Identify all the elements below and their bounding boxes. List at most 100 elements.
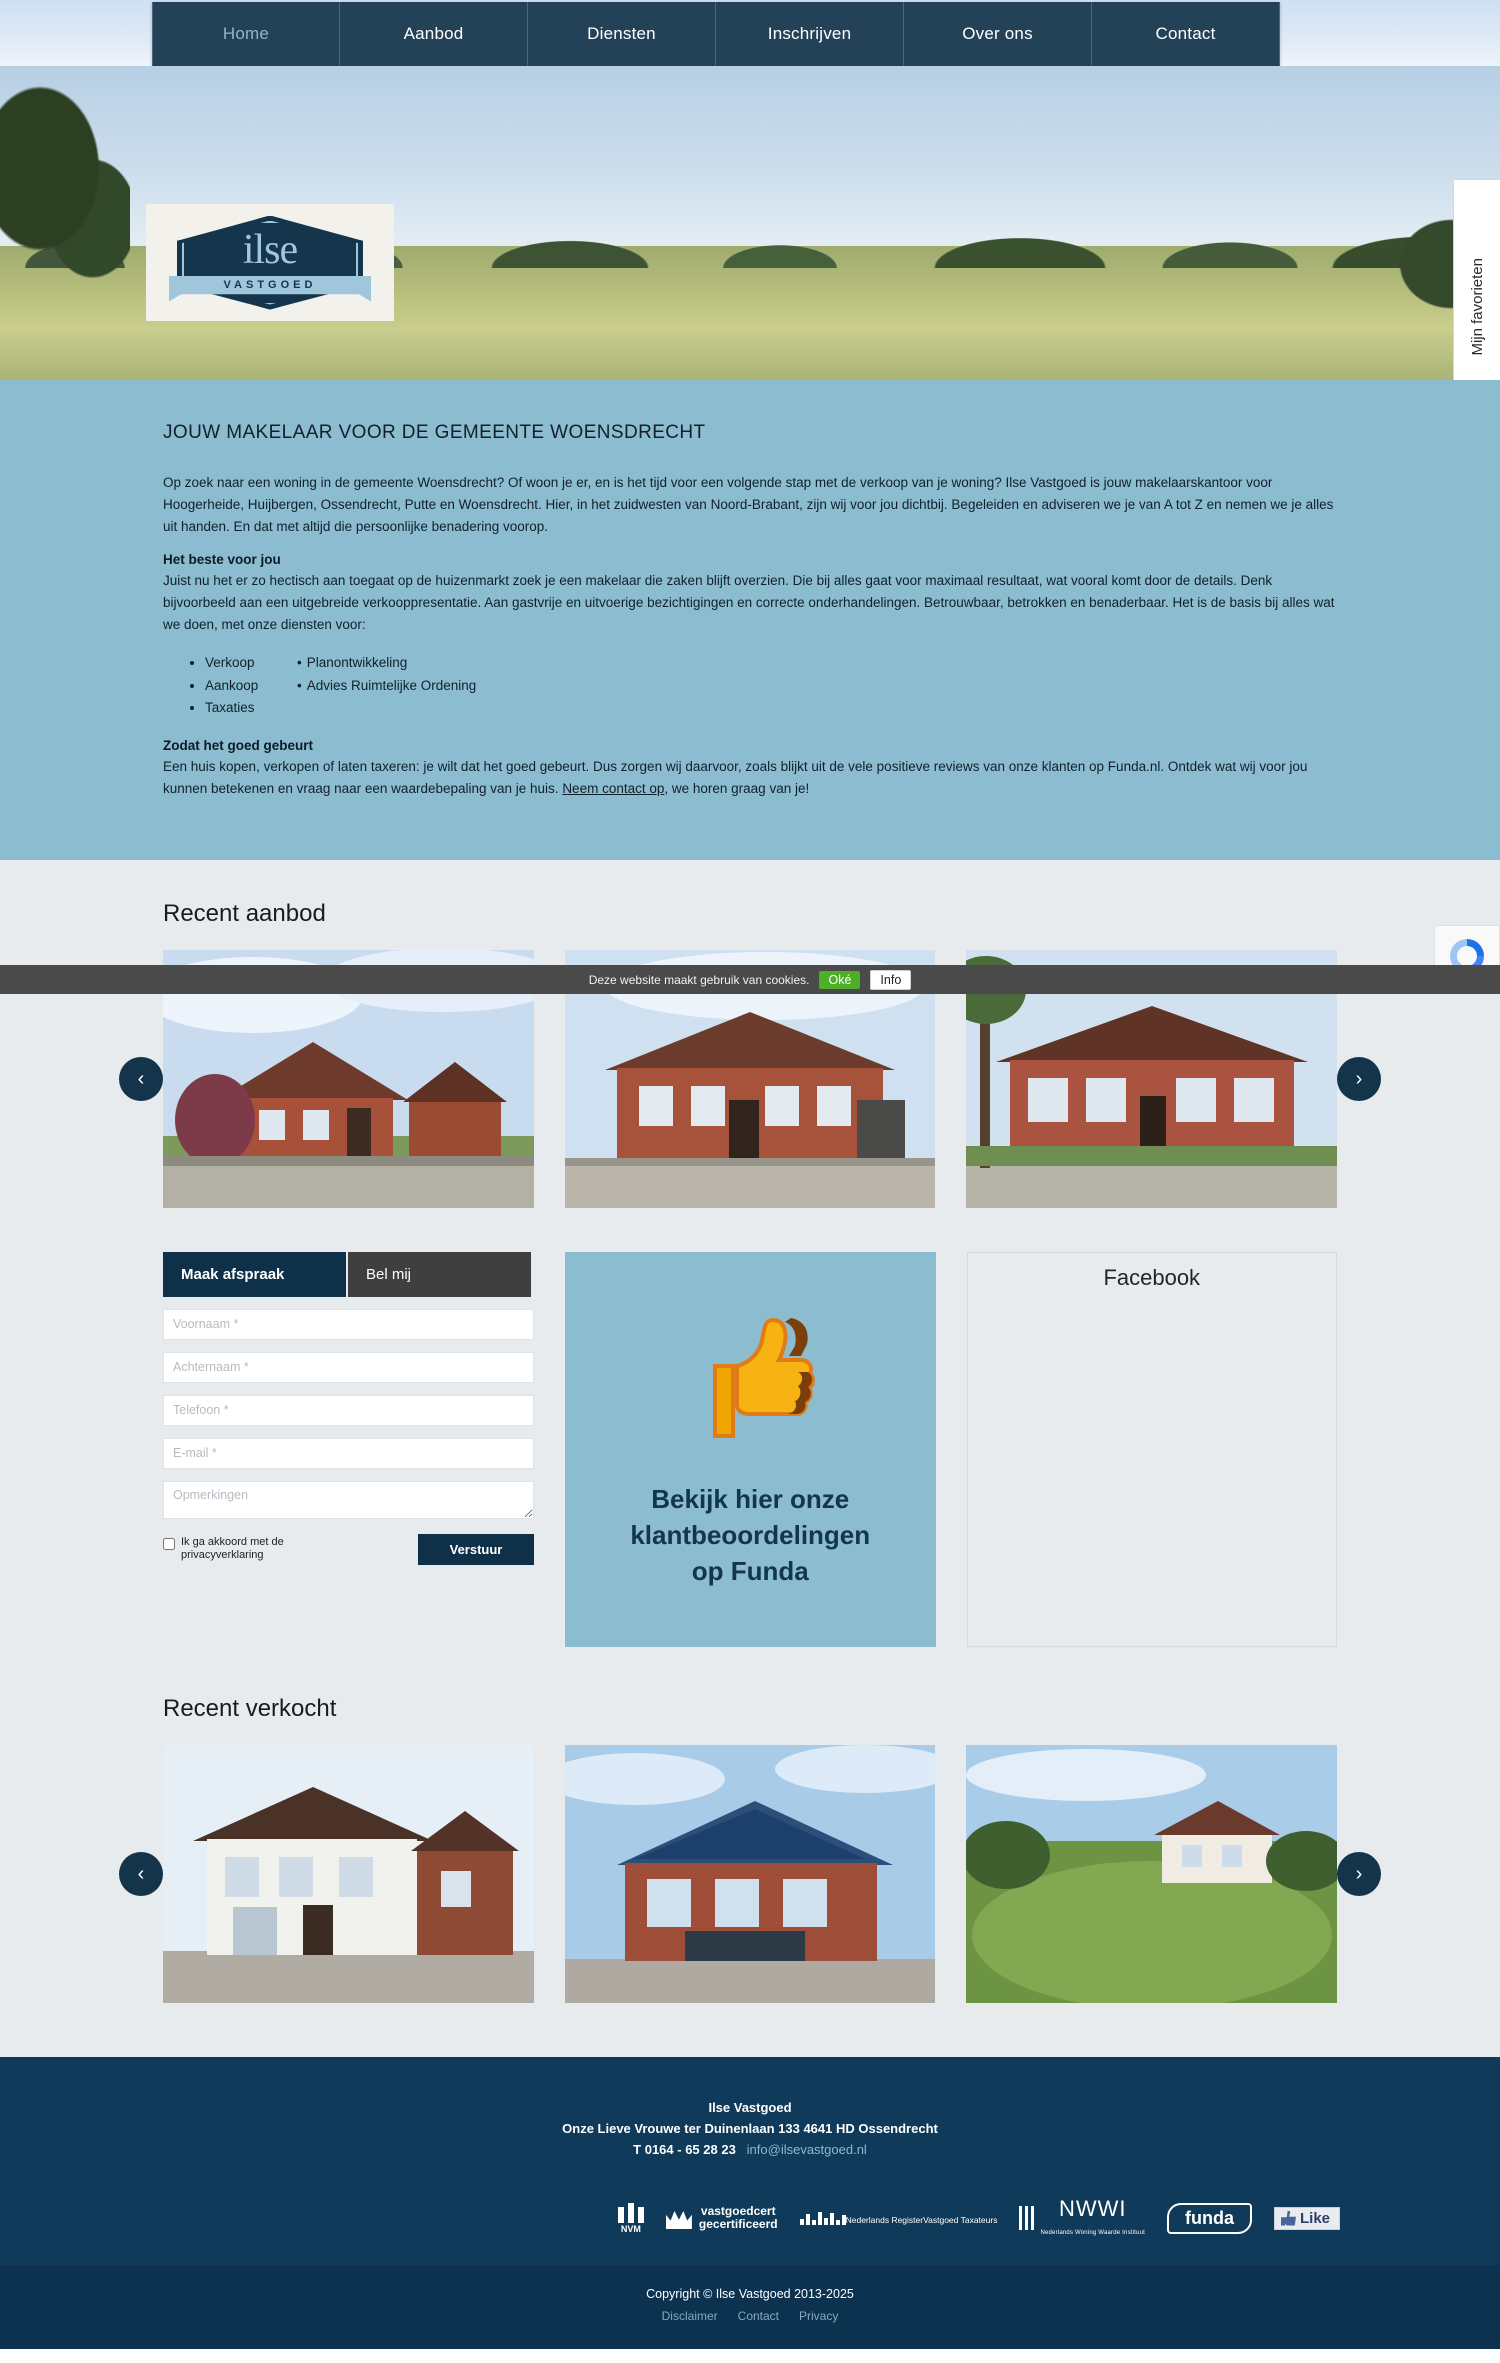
nwwi-pipes-icon bbox=[1019, 2206, 1035, 2230]
site-logo[interactable]: ilse VASTGOED bbox=[146, 204, 394, 321]
privacy-checkbox[interactable] bbox=[163, 1538, 175, 1550]
facebook-panel: Facebook bbox=[966, 1251, 1337, 1647]
lastname-input[interactable] bbox=[163, 1351, 534, 1383]
footer-phone: T 0164 - 65 28 23 bbox=[633, 2141, 736, 2157]
carousel-next-button[interactable]: › bbox=[1337, 1056, 1381, 1101]
chevron-left-icon: ‹ bbox=[137, 1067, 145, 1090]
vastgoedcert-logo[interactable]: vastgoedcert gecertificeerd bbox=[665, 2205, 778, 2231]
chevron-right-icon: › bbox=[1355, 1862, 1363, 1885]
site-footer: Ilse Vastgoed Onze Lieve Vrouwe ter Duin… bbox=[0, 2056, 1500, 2265]
sold-carousel-next-button[interactable]: › bbox=[1337, 1851, 1381, 1896]
nav-label: Over ons bbox=[962, 24, 1033, 43]
intro-section: JOUW MAKELAAR VOOR DE GEMEENTE WOENSDREC… bbox=[0, 380, 1500, 860]
nav-item-inschrijven[interactable]: Inschrijven bbox=[716, 2, 904, 66]
intro-paragraph-2: Juist nu het er zo hectisch aan toegaat … bbox=[163, 573, 1335, 632]
sold-photo bbox=[966, 1744, 1338, 2003]
nvm-mark-icon bbox=[617, 2202, 644, 2223]
chevron-right-icon: › bbox=[1355, 1067, 1363, 1090]
nav-label: Home bbox=[222, 24, 270, 43]
intro-paragraph-3: Een huis kopen, verkopen of laten taxere… bbox=[163, 756, 1337, 800]
comments-textarea[interactable] bbox=[163, 1480, 534, 1519]
cookie-consent-bar: Deze website maakt gebruik van cookies. … bbox=[0, 965, 1500, 994]
vastgoedcert-line-1: vastgoedcert bbox=[700, 2204, 776, 2218]
nwwi-logo[interactable]: NWWI Nederlands Woning Waarde Instituut bbox=[1019, 2197, 1145, 2239]
footer-link-disclaimer[interactable]: Disclaimer bbox=[662, 2309, 718, 2323]
top-bar: Home Aanbod Diensten Inschrijven Over on… bbox=[0, 0, 1500, 66]
facebook-like-button[interactable]: Like bbox=[1273, 2206, 1340, 2230]
logo-ribbon-text: VASTGOED bbox=[223, 278, 317, 291]
footer-link-contact[interactable]: Contact bbox=[738, 2309, 779, 2323]
promo-text: Bekijk hier onze klantbeoordelingen op F… bbox=[616, 1481, 884, 1589]
nrvt-logo[interactable]: Nederlands Register Vastgoed Taxateurs bbox=[799, 2211, 998, 2225]
email-input[interactable] bbox=[163, 1437, 534, 1469]
copyright-bar: Copyright © Ilse Vastgoed 2013-2025 Disc… bbox=[0, 2264, 1500, 2349]
intro-subheading-2: Zodat het goed gebeurt bbox=[163, 737, 313, 753]
list-item: Advies Ruimtelijke Ordening bbox=[297, 675, 477, 698]
contact-form: Maak afspraak Bel mij Ik ga akkoord met … bbox=[163, 1251, 534, 1647]
footer-email-link[interactable]: info@ilsevastgoed.nl bbox=[747, 2142, 867, 2157]
page-title: JOUW MAKELAAR VOOR DE GEMEENTE WOENSDREC… bbox=[163, 422, 706, 443]
phone-input[interactable] bbox=[163, 1394, 534, 1426]
privacy-consent: Ik ga akkoord met de privacyverklaring bbox=[163, 1536, 336, 1562]
nav-item-over-ons[interactable]: Over ons bbox=[904, 2, 1092, 66]
cookie-accept-button[interactable]: Oké bbox=[819, 970, 861, 989]
crown-icon bbox=[665, 2210, 692, 2229]
tab-label: Maak afspraak bbox=[181, 1265, 285, 1283]
tab-maak-afspraak[interactable]: Maak afspraak bbox=[163, 1251, 346, 1297]
nvm-logo[interactable]: NVM bbox=[617, 2202, 644, 2234]
vastgoedcert-text: vastgoedcert gecertificeerd bbox=[699, 2205, 778, 2231]
funda-logo[interactable]: funda bbox=[1166, 2202, 1252, 2234]
nav-item-home[interactable]: Home bbox=[152, 2, 340, 66]
recent-aanbod-title: Recent aanbod bbox=[163, 899, 326, 927]
my-favorites-label: Mijn favorieten bbox=[1468, 257, 1486, 356]
tab-label: Bel mij bbox=[366, 1265, 412, 1283]
cookie-info-button[interactable]: Info bbox=[870, 969, 912, 990]
services-lists: Verkoop Aankoop Taxaties Planontwikkelin… bbox=[187, 652, 1337, 720]
sold-card-2[interactable] bbox=[564, 1744, 936, 2003]
tab-bel-mij[interactable]: Bel mij bbox=[348, 1251, 531, 1297]
sold-carousel-prev-button[interactable]: ‹ bbox=[119, 1851, 163, 1896]
nav-item-diensten[interactable]: Diensten bbox=[528, 2, 716, 66]
nrvt-line-2: Vastgoed Taxateurs bbox=[923, 2214, 998, 2225]
facebook-like-label: Like bbox=[1299, 2209, 1330, 2227]
sold-card-1[interactable] bbox=[163, 1744, 534, 2003]
nrvt-bars-icon bbox=[799, 2211, 846, 2225]
my-favorites-tab[interactable]: Mijn favorieten bbox=[1453, 179, 1500, 380]
submit-button[interactable]: Verstuur bbox=[418, 1533, 534, 1565]
contact-link[interactable]: Neem contact op bbox=[562, 781, 664, 796]
intro-paragraph-1: Op zoek naar een woning in de gemeente W… bbox=[163, 475, 1334, 534]
sold-photo bbox=[163, 1744, 534, 2003]
recent-verkocht-title: Recent verkocht bbox=[163, 1694, 337, 1722]
contact-form-tabs: Maak afspraak Bel mij bbox=[163, 1251, 534, 1297]
facebook-panel-title: Facebook bbox=[1103, 1264, 1201, 1290]
services-list-right: Planontwikkeling Advies Ruimtelijke Orde… bbox=[297, 652, 477, 720]
hero-tree-left bbox=[0, 66, 130, 306]
footer-contact-line: T 0164 - 65 28 23 info@ilsevastgoed.nl bbox=[0, 2139, 1500, 2160]
contact-promo-row: Maak afspraak Bel mij Ik ga akkoord met … bbox=[163, 1251, 1337, 1651]
nwwi-sublabel: Nederlands Woning Waarde Instituut bbox=[1040, 2229, 1145, 2236]
footer-link-privacy[interactable]: Privacy bbox=[799, 2309, 838, 2323]
logo-badge: ilse VASTGOED bbox=[169, 215, 371, 310]
nav-label: Aanbod bbox=[403, 24, 464, 43]
nvm-label: NVM bbox=[620, 2223, 641, 2234]
promo-line-1: Bekijk hier onze bbox=[651, 1483, 850, 1514]
partner-logos: NVM vastgoedcert gecertificeerd Nederlan… bbox=[0, 2197, 1500, 2239]
chevron-left-icon: ‹ bbox=[137, 1862, 145, 1885]
sold-cards bbox=[163, 1744, 1338, 2003]
contact-form-footer: Ik ga akkoord met de privacyverklaring V… bbox=[163, 1533, 534, 1565]
funda-reviews-promo[interactable]: Bekijk hier onze klantbeoordelingen op F… bbox=[565, 1251, 936, 1647]
thumbs-up-icon bbox=[675, 1310, 825, 1455]
nav-item-aanbod[interactable]: Aanbod bbox=[340, 2, 528, 66]
thumbs-up-icon bbox=[1280, 2210, 1296, 2226]
list-item: Taxaties bbox=[205, 697, 275, 720]
intro-paragraph-3-after: , we horen graag van je! bbox=[664, 780, 810, 796]
main-navigation: Home Aanbod Diensten Inschrijven Over on… bbox=[152, 2, 1280, 66]
carousel-prev-button[interactable]: ‹ bbox=[119, 1056, 163, 1101]
nav-label: Inschrijven bbox=[767, 24, 852, 43]
sold-card-3[interactable] bbox=[966, 1744, 1338, 2003]
nav-item-contact[interactable]: Contact bbox=[1092, 2, 1280, 66]
copyright-text: Copyright © Ilse Vastgoed 2013-2025 bbox=[646, 2286, 854, 2301]
services-list-left: Verkoop Aankoop Taxaties bbox=[205, 652, 275, 720]
intro-subheading-1: Het beste voor jou bbox=[163, 552, 281, 567]
firstname-input[interactable] bbox=[163, 1308, 534, 1340]
